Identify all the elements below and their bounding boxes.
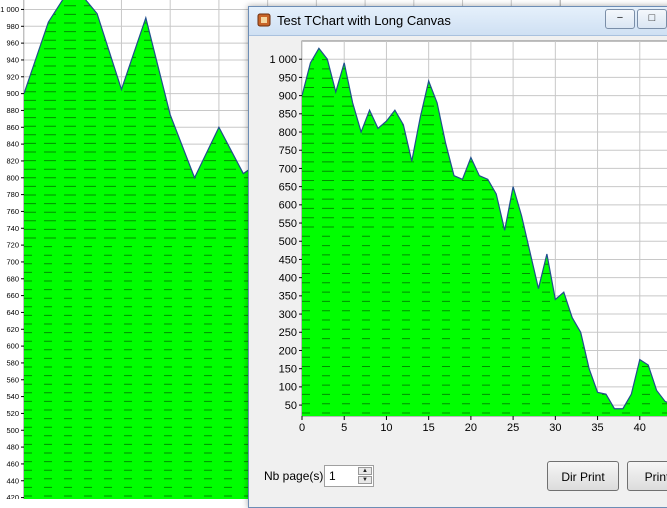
y-tick-label: 500 (279, 236, 297, 248)
dir-print-button[interactable]: Dir Print (547, 461, 619, 491)
x-tick-label: 10 (380, 422, 392, 434)
y-tick-label: 200 (279, 345, 297, 357)
y-tick-label: 840 (6, 140, 19, 149)
y-tick-label: 640 (6, 308, 19, 317)
chart-window: Test TChart with Long Canvas − □ 50 100 15… (248, 6, 667, 508)
y-tick-label: 560 (6, 375, 19, 384)
y-tick-label: 480 (6, 443, 19, 452)
main-chart: 5010015020025030035040045050055060065070… (269, 40, 667, 434)
y-tick-label: 550 (279, 218, 297, 230)
y-tick-label: 820 (6, 157, 19, 166)
y-tick-label: 50 (285, 400, 297, 412)
y-tick-label: 740 (6, 224, 19, 233)
y-tick-label: 900 (6, 89, 19, 98)
y-tick-label: 580 (6, 359, 19, 368)
arrow-up-icon: ▲ (362, 468, 368, 474)
y-tick-label: 650 (279, 181, 297, 193)
y-tick-label: 440 (6, 476, 19, 485)
y-tick-label: 950 (279, 72, 297, 84)
spin-down-button[interactable]: ▼ (358, 476, 372, 484)
y-tick-label: 750 (279, 145, 297, 157)
maximize-icon: □ (648, 12, 656, 24)
y-tick-label: 860 (6, 123, 19, 132)
nb-pages-input[interactable] (329, 468, 351, 484)
arrow-down-icon: ▼ (362, 477, 368, 483)
y-tick-label: 700 (279, 163, 297, 175)
y-tick-label: 500 (6, 426, 19, 435)
y-tick-label: 800 (279, 127, 297, 139)
x-tick-label: 5 (341, 422, 347, 434)
y-tick-label: 850 (279, 109, 297, 121)
x-tick-label: 25 (507, 422, 519, 434)
x-tick-label: 20 (465, 422, 477, 434)
y-tick-label: 940 (6, 56, 19, 65)
y-tick-label: 600 (279, 200, 297, 212)
x-tick-label: 30 (549, 422, 561, 434)
minimize-button[interactable]: − (605, 9, 635, 29)
print-button[interactable]: Print (627, 461, 667, 491)
x-tick-label: 0 (299, 422, 305, 434)
y-tick-label: 680 (6, 274, 19, 283)
y-tick-label: 520 (6, 409, 19, 418)
y-tick-label: 1 000 (269, 54, 297, 66)
spin-up-button[interactable]: ▲ (358, 467, 372, 475)
y-tick-label: 450 (279, 254, 297, 266)
y-tick-label: 880 (6, 106, 19, 115)
y-tick-label: 660 (6, 291, 19, 300)
y-tick-label: 420 (6, 493, 19, 499)
y-tick-label: 960 (6, 39, 19, 48)
y-tick-label: 720 (6, 241, 19, 250)
y-tick-label: 150 (279, 364, 297, 376)
nb-pages-spinbox[interactable]: ▲ ▼ (324, 465, 374, 487)
y-tick-label: 1 000 (0, 5, 19, 14)
y-tick-label: 780 (6, 190, 19, 199)
minimize-icon: − (616, 12, 624, 24)
x-tick-label: 15 (423, 422, 435, 434)
spin-buttons[interactable]: ▲ ▼ (358, 467, 372, 485)
y-tick-label: 620 (6, 325, 19, 334)
y-tick-label: 100 (279, 382, 297, 394)
window-title: Test TChart with Long Canvas (277, 13, 451, 28)
y-tick-label: 600 (6, 342, 19, 351)
x-tick-label: 35 (591, 422, 603, 434)
title-bar[interactable]: Test TChart with Long Canvas − □ (249, 7, 667, 36)
y-tick-label: 400 (279, 273, 297, 285)
y-tick-label: 350 (279, 291, 297, 303)
y-tick-label: 460 (6, 460, 19, 469)
x-tick-label: 40 (634, 422, 646, 434)
chart-panel: 50 100 150 200 250 300 350 400 450 500 550 600 650 70… (252, 38, 667, 456)
app-icon (257, 13, 271, 27)
y-tick-label: 540 (6, 392, 19, 401)
maximize-button[interactable]: □ (637, 9, 667, 29)
bottom-panel: Nb page(s) ▲ ▼ Dir Print Print (249, 457, 667, 507)
y-tick-label: 700 (6, 258, 19, 267)
y-tick-label: 800 (6, 173, 19, 182)
y-tick-label: 980 (6, 22, 19, 31)
y-tick-label: 900 (279, 90, 297, 102)
y-tick-label: 250 (279, 327, 297, 339)
y-tick-label: 920 (6, 72, 19, 81)
nb-pages-label: Nb page(s) (264, 469, 324, 483)
y-tick-label: 300 (279, 309, 297, 321)
y-tick-label: 760 (6, 207, 19, 216)
